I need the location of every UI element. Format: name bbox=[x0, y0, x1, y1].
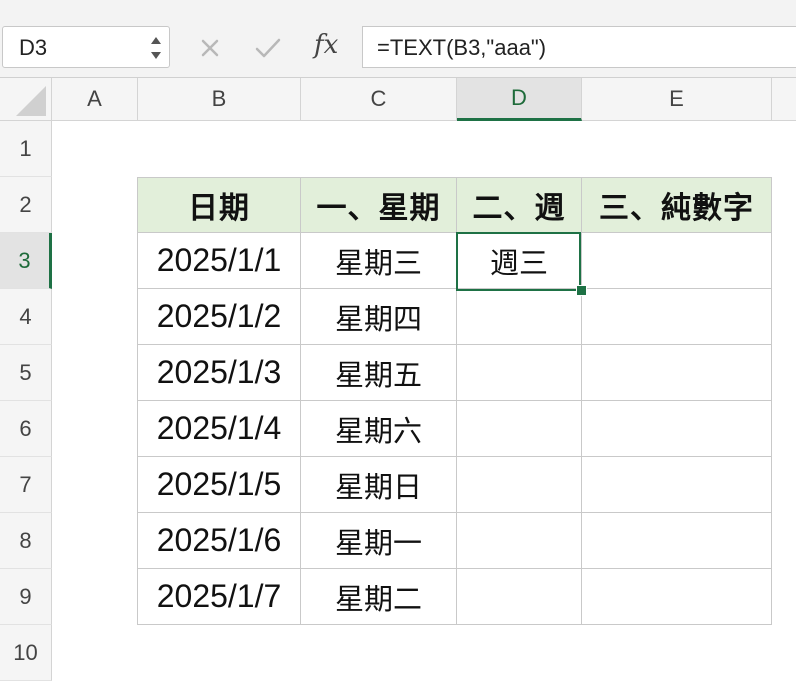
table-header-date[interactable]: 日期 bbox=[137, 177, 301, 233]
row-header-9[interactable]: 9 bbox=[0, 569, 52, 625]
table-cell-weekday-full[interactable]: 星期日 bbox=[301, 457, 457, 513]
name-box-dropdown-icon[interactable] bbox=[147, 29, 165, 67]
table-cell-weekday-short[interactable] bbox=[457, 513, 582, 569]
row-header-6[interactable]: 6 bbox=[0, 401, 52, 457]
row-header-1[interactable]: 1 bbox=[0, 121, 52, 177]
row-header-7[interactable]: 7 bbox=[0, 457, 52, 513]
table-cell-date[interactable]: 2025/1/2 bbox=[137, 289, 301, 345]
fill-handle[interactable] bbox=[576, 285, 587, 296]
table-cell-weekday-short[interactable] bbox=[457, 289, 582, 345]
table-cell-date[interactable]: 2025/1/3 bbox=[137, 345, 301, 401]
column-header-f-partial[interactable] bbox=[772, 78, 796, 121]
table-cell-weekday-short[interactable] bbox=[457, 457, 582, 513]
active-cell-selection[interactable] bbox=[456, 232, 581, 291]
insert-function-icon[interactable]: fx bbox=[314, 30, 338, 60]
row-header-3[interactable]: 3 bbox=[0, 233, 52, 289]
table-cell-weekday-full[interactable]: 星期四 bbox=[301, 289, 457, 345]
table-header-weekday-short[interactable]: 二、週 bbox=[457, 177, 582, 233]
table-header-number[interactable]: 三、純數字 bbox=[582, 177, 772, 233]
table-cell-weekday-full[interactable]: 星期一 bbox=[301, 513, 457, 569]
table-cell-number[interactable] bbox=[582, 401, 772, 457]
table-cell-weekday-short[interactable] bbox=[457, 401, 582, 457]
table-cell-date[interactable]: 2025/1/4 bbox=[137, 401, 301, 457]
table-cell-date[interactable]: 2025/1/5 bbox=[137, 457, 301, 513]
row-header-8[interactable]: 8 bbox=[0, 513, 52, 569]
table-cell-date[interactable]: 2025/1/7 bbox=[137, 569, 301, 625]
table-cell-number[interactable] bbox=[582, 457, 772, 513]
column-header-a[interactable]: A bbox=[52, 78, 138, 121]
column-header-e[interactable]: E bbox=[582, 78, 772, 121]
select-all-corner[interactable] bbox=[0, 78, 52, 121]
row-header-2[interactable]: 2 bbox=[0, 177, 52, 233]
table-header-weekday-full[interactable]: 一、星期 bbox=[301, 177, 457, 233]
table-cell-weekday-full[interactable]: 星期六 bbox=[301, 401, 457, 457]
row-header-10[interactable]: 10 bbox=[0, 625, 52, 681]
table-cell-number[interactable] bbox=[582, 569, 772, 625]
name-box[interactable]: D3 bbox=[2, 26, 170, 68]
formula-text: =TEXT(B3,"aaa") bbox=[377, 35, 547, 60]
column-header-d[interactable]: D bbox=[457, 78, 582, 121]
formula-input[interactable]: =TEXT(B3,"aaa") bbox=[362, 26, 796, 68]
table-cell-weekday-short[interactable] bbox=[457, 345, 582, 401]
table-cell-date[interactable]: 2025/1/1 bbox=[137, 233, 301, 289]
table-cell-date[interactable]: 2025/1/6 bbox=[137, 513, 301, 569]
table-cell-weekday-full[interactable]: 星期五 bbox=[301, 345, 457, 401]
table-cell-number[interactable] bbox=[582, 289, 772, 345]
table-cell-weekday-full[interactable]: 星期三 bbox=[301, 233, 457, 289]
table-cell-number[interactable] bbox=[582, 345, 772, 401]
row-header-5[interactable]: 5 bbox=[0, 345, 52, 401]
table-cell-weekday-short[interactable] bbox=[457, 569, 582, 625]
confirm-icon[interactable] bbox=[250, 30, 286, 66]
table-cell-weekday-full[interactable]: 星期二 bbox=[301, 569, 457, 625]
name-box-value: D3 bbox=[19, 35, 48, 60]
cancel-icon[interactable] bbox=[192, 30, 228, 66]
table-cell-number[interactable] bbox=[582, 513, 772, 569]
row-header-4[interactable]: 4 bbox=[0, 289, 52, 345]
column-header-b[interactable]: B bbox=[138, 78, 301, 121]
table-cell-number[interactable] bbox=[582, 233, 772, 289]
column-header-c[interactable]: C bbox=[301, 78, 457, 121]
